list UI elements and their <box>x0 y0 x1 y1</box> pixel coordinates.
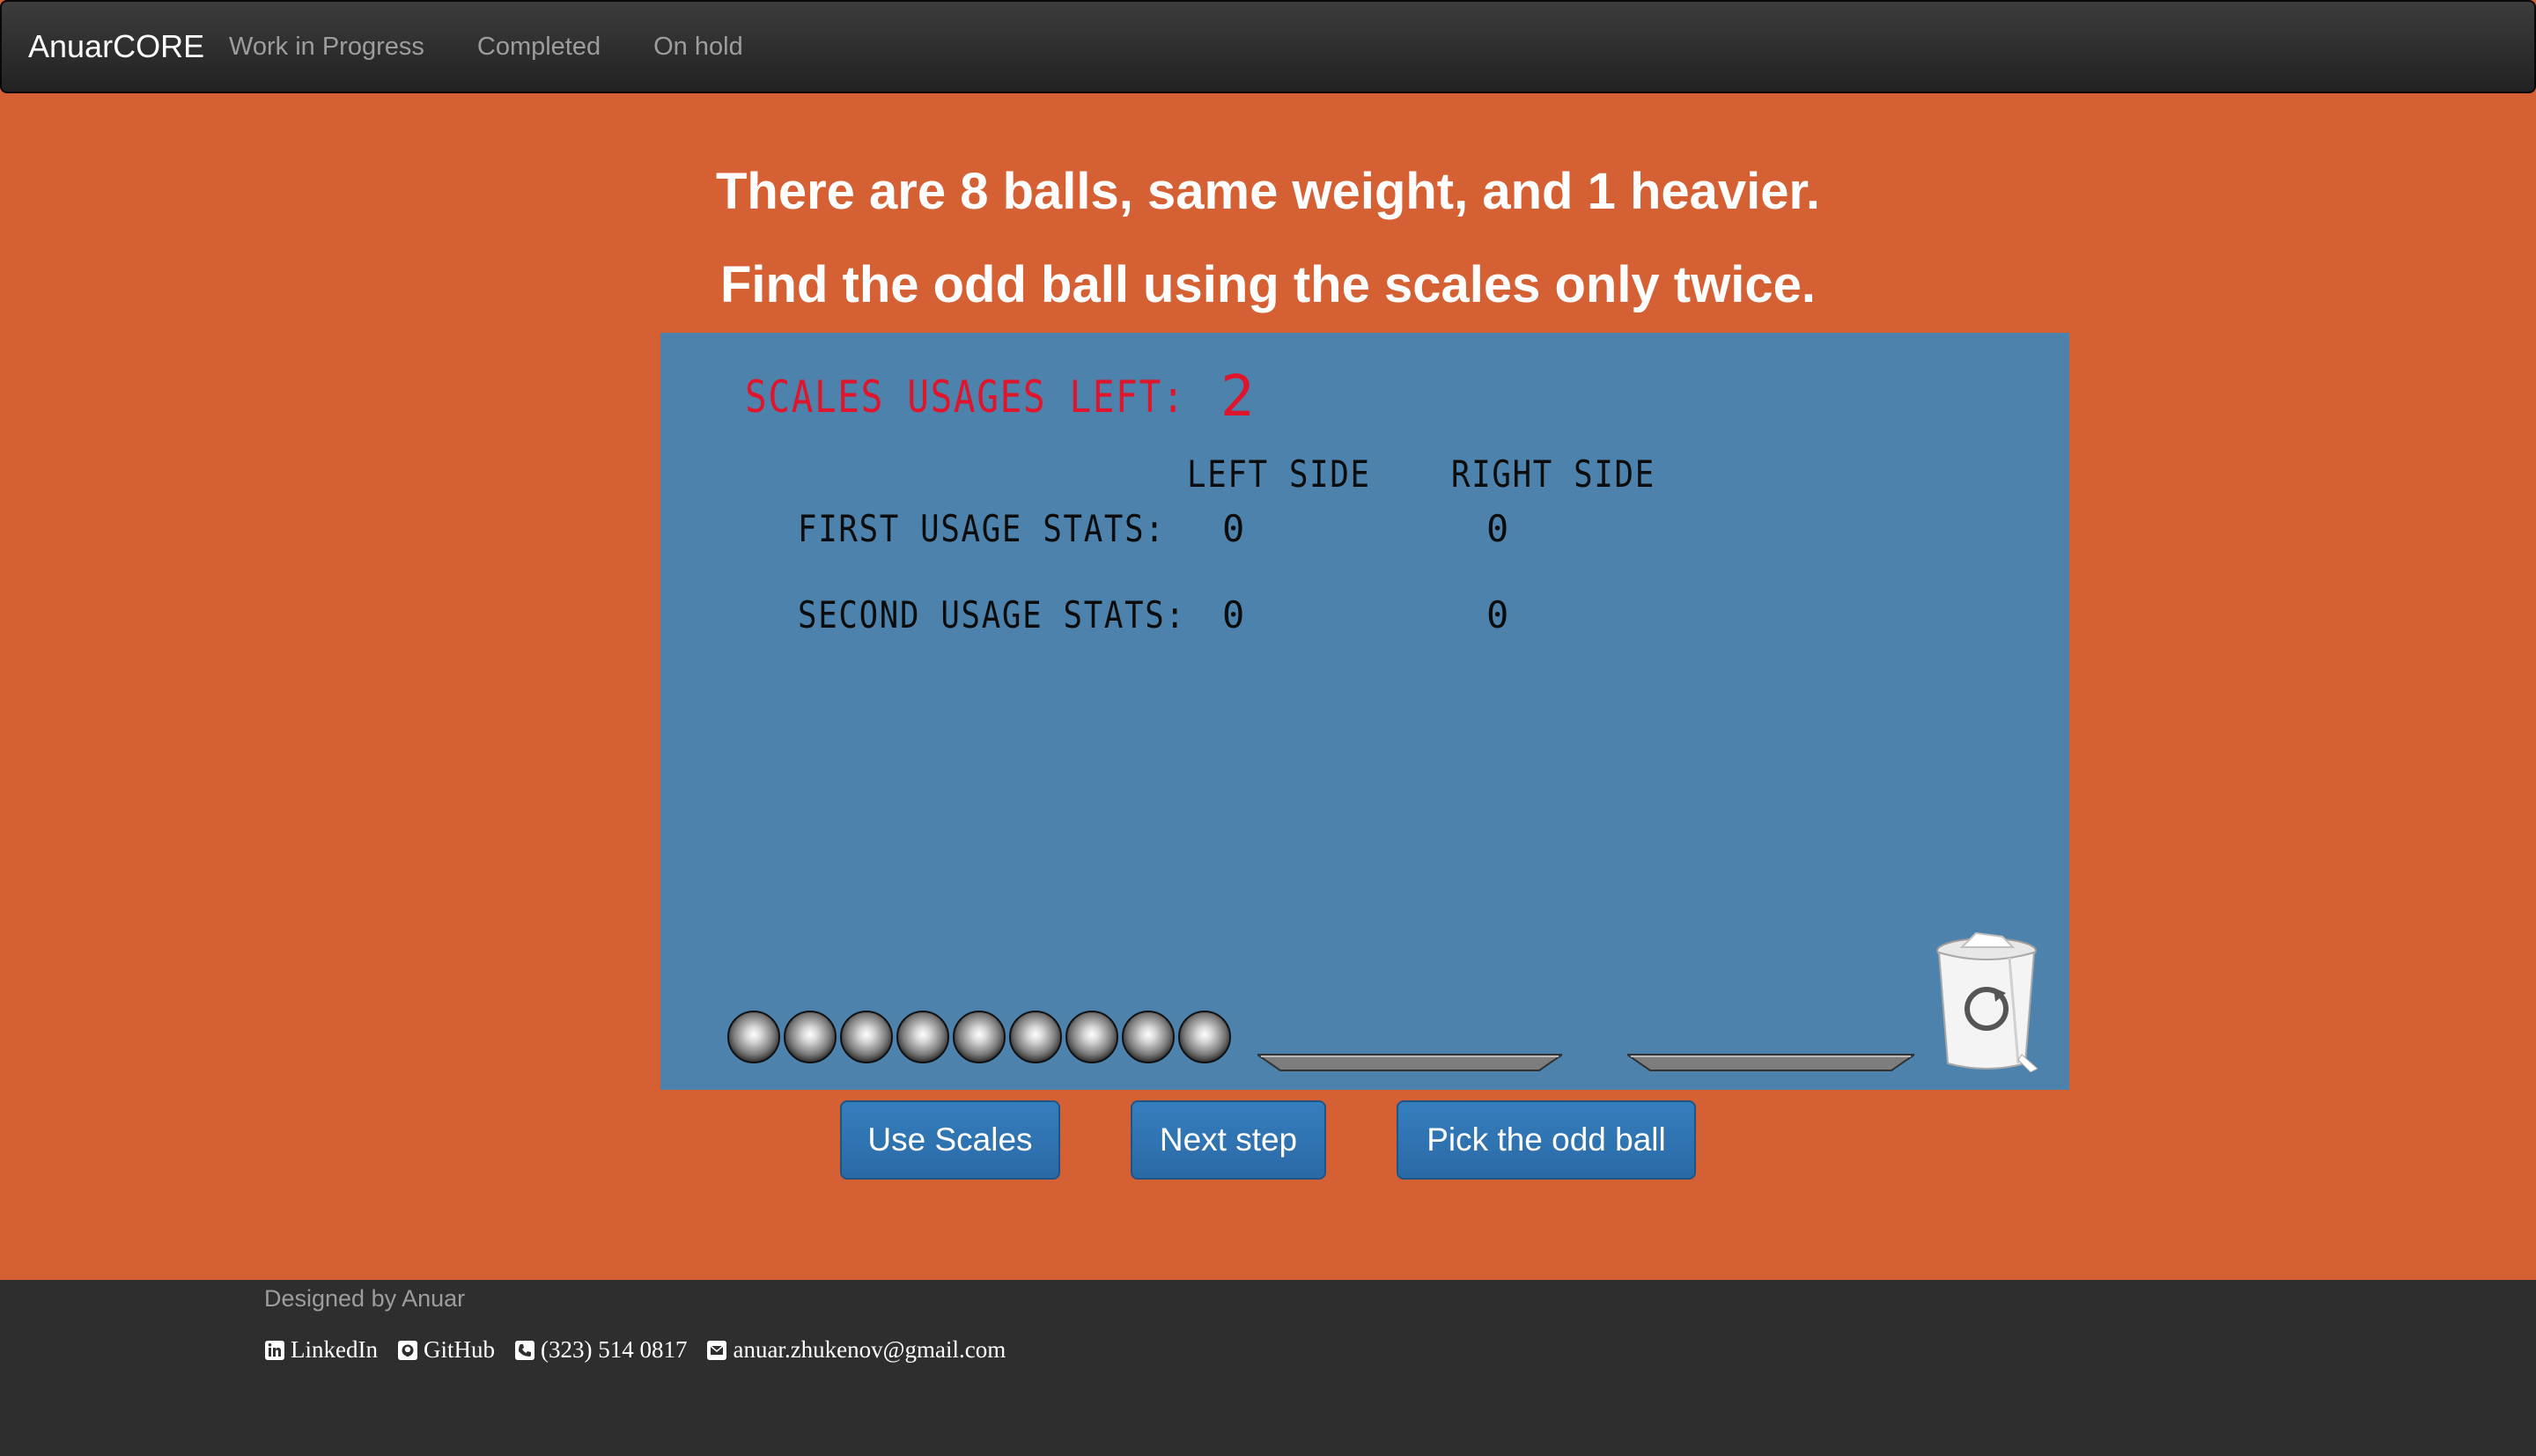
nav-on-hold[interactable]: On hold <box>653 33 743 62</box>
linkedin-icon <box>265 1340 284 1360</box>
phone-label: (323) 514 0817 <box>540 1336 688 1363</box>
second-usage-right-value: 0 <box>1486 593 1511 636</box>
email-link[interactable]: anuar.zhukenov@gmail.com <box>706 1336 1006 1364</box>
github-icon <box>397 1340 417 1360</box>
second-usage-label: SECOND USAGE STATS: <box>798 593 1186 636</box>
brand-link[interactable]: AnuarCORE <box>2 28 229 65</box>
ball[interactable] <box>784 1011 837 1063</box>
use-scales-button[interactable]: Use Scales <box>840 1100 1060 1180</box>
right-side-header: RIGHT SIDE <box>1451 452 1655 496</box>
ball[interactable] <box>727 1011 780 1063</box>
github-label: GitHub <box>423 1336 495 1363</box>
designed-by-text: Designed by Anuar <box>264 1285 466 1312</box>
right-scale-pan[interactable] <box>1627 1053 1914 1072</box>
ball[interactable] <box>840 1011 893 1063</box>
ball[interactable] <box>1009 1011 1062 1063</box>
linkedin-link[interactable]: LinkedIn <box>264 1336 378 1364</box>
ball[interactable] <box>1122 1011 1175 1063</box>
next-step-button[interactable]: Next step <box>1131 1100 1326 1180</box>
instruction-line-1: There are 8 balls, same weight, and 1 he… <box>715 163 1821 220</box>
second-usage-left-value: 0 <box>1222 593 1247 636</box>
usages-left-label: SCALES USAGES LEFT: <box>745 371 1186 423</box>
ball[interactable] <box>896 1011 949 1063</box>
navbar: AnuarCORE Work in Progress Completed On … <box>0 0 2536 93</box>
ball-tray <box>727 1011 1231 1063</box>
github-link[interactable]: GitHub <box>397 1336 495 1364</box>
first-usage-label: FIRST USAGE STATS: <box>798 507 1166 550</box>
ball[interactable] <box>1178 1011 1231 1063</box>
ball[interactable] <box>1065 1011 1118 1063</box>
first-usage-left-value: 0 <box>1222 507 1247 550</box>
left-scale-pan[interactable] <box>1257 1053 1562 1072</box>
contact-links: LinkedIn GitHub (323) 514 0817 anuar.zhu… <box>264 1336 1025 1364</box>
reset-trash-icon[interactable] <box>1934 931 2046 1072</box>
pick-odd-ball-button[interactable]: Pick the odd ball <box>1397 1100 1696 1180</box>
phone-icon <box>514 1340 534 1360</box>
left-side-header: LEFT SIDE <box>1187 452 1371 496</box>
ball[interactable] <box>953 1011 1006 1063</box>
nav-completed[interactable]: Completed <box>477 33 601 62</box>
nav-work-in-progress[interactable]: Work in Progress <box>229 33 424 62</box>
phone-link[interactable]: (323) 514 0817 <box>514 1336 687 1364</box>
email-label: anuar.zhukenov@gmail.com <box>733 1336 1006 1363</box>
linkedin-label: LinkedIn <box>291 1336 378 1363</box>
usages-left-value: 2 <box>1220 364 1257 430</box>
first-usage-right-value: 0 <box>1486 507 1511 550</box>
instruction-line-2: Find the odd ball using the scales only … <box>720 256 1816 313</box>
envelope-icon <box>707 1340 727 1360</box>
game-panel: SCALES USAGES LEFT: 2 LEFT SIDE RIGHT SI… <box>660 333 2069 1090</box>
